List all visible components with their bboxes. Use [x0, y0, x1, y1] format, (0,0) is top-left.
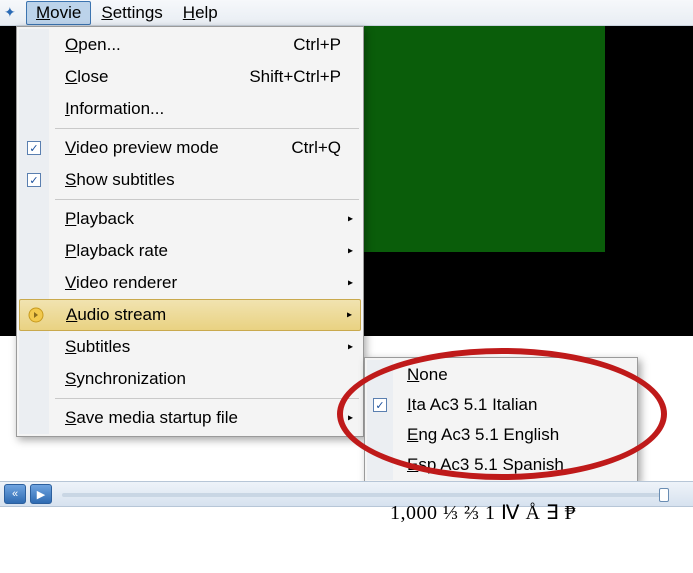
playback-bar: « ▶ [0, 481, 693, 507]
audio-icon [28, 307, 44, 323]
check-icon: ✓ [373, 398, 387, 412]
menu-item-show-subtitles[interactable]: ✓ Show subtitles [19, 164, 361, 196]
menu-item-label: Playback rate [65, 241, 168, 261]
menu-item-synchronization[interactable]: Synchronization [19, 363, 361, 395]
submenu-arrow-icon: ▸ [348, 413, 353, 424]
menu-item-label: Ita Ac3 5.1 Italian [407, 395, 537, 415]
menu-separator [55, 199, 359, 200]
menu-item-label: Subtitles [65, 337, 130, 357]
menu-item-label: Audio stream [66, 305, 166, 325]
menu-item-video-renderer[interactable]: Video renderer ▸ [19, 267, 361, 299]
menu-item-label: Synchronization [65, 369, 186, 389]
seek-track[interactable] [62, 493, 663, 497]
menubar-item-help[interactable]: Help [173, 1, 228, 25]
submenu-items-container: None ✓ Ita Ac3 5.1 Italian Eng Ac3 5.1 Engl… [367, 360, 635, 480]
menu-items-container: Open... Ctrl+P Close Shift+Ctrl+P Informatio… [19, 29, 361, 434]
menubar-item-movie[interactable]: Movie [26, 1, 91, 25]
audio-option-none[interactable]: None [367, 360, 635, 390]
menu-item-information[interactable]: Information... [19, 93, 361, 125]
audio-option-eng-ac3-5-1-english[interactable]: Eng Ac3 5.1 English [367, 420, 635, 450]
menu-item-label: Video preview mode [65, 138, 219, 158]
submenu-arrow-icon: ▸ [347, 310, 352, 321]
menu-item-close[interactable]: Close Shift+Ctrl+P [19, 61, 361, 93]
app-window: ✦ MovieSettingsHelp Open... Ctrl+P Close Sh… [0, 0, 693, 573]
menu-item-accel: Shift+Ctrl+P [249, 67, 341, 87]
sample-text: 1,000 ⅓ ⅔ 1 Ⅳ Å ∃ ₱ [390, 500, 576, 525]
menu-item-label: None [407, 365, 448, 385]
app-icon: ✦ [4, 4, 22, 22]
menu-item-open[interactable]: Open... Ctrl+P [19, 29, 361, 61]
menu-item-playback[interactable]: Playback ▸ [19, 203, 361, 235]
submenu-arrow-icon: ▸ [348, 214, 353, 225]
menu-item-accel: Ctrl+P [293, 35, 341, 55]
menu-item-label: Open... [65, 35, 121, 55]
menu-item-label: Video renderer [65, 273, 177, 293]
menu-item-subtitles[interactable]: Subtitles ▸ [19, 331, 361, 363]
menu-item-accel: Ctrl+Q [291, 138, 341, 158]
menu-item-label: Save media startup file [65, 408, 238, 428]
seek-handle[interactable] [659, 488, 669, 502]
audio-stream-submenu: None ✓ Ita Ac3 5.1 Italian Eng Ac3 5.1 Engl… [364, 357, 638, 483]
submenu-arrow-icon: ▸ [348, 278, 353, 289]
menu-separator [55, 398, 359, 399]
menubar: ✦ MovieSettingsHelp [0, 0, 693, 26]
menu-item-label: Show subtitles [65, 170, 175, 190]
menubar-items: MovieSettingsHelp [26, 1, 228, 25]
menubar-item-settings[interactable]: Settings [91, 1, 172, 25]
submenu-arrow-icon: ▸ [348, 246, 353, 257]
audio-option-ita-ac3-5-1-italian[interactable]: ✓ Ita Ac3 5.1 Italian [367, 390, 635, 420]
prev-button[interactable]: « [4, 484, 26, 504]
menu-item-playback-rate[interactable]: Playback rate ▸ [19, 235, 361, 267]
menu-item-video-preview-mode[interactable]: ✓ Video preview mode Ctrl+Q [19, 132, 361, 164]
menu-item-label: Close [65, 67, 108, 87]
play-button[interactable]: ▶ [30, 484, 52, 504]
menu-separator [55, 128, 359, 129]
menu-item-save-media-startup-file[interactable]: Save media startup file ▸ [19, 402, 361, 434]
menu-item-label: Eng Ac3 5.1 English [407, 425, 559, 445]
menu-item-label: Esp Ac3 5.1 Spanish [407, 455, 564, 475]
check-icon: ✓ [27, 141, 41, 155]
check-icon: ✓ [27, 173, 41, 187]
audio-option-esp-ac3-5-1-spanish[interactable]: Esp Ac3 5.1 Spanish [367, 450, 635, 480]
menu-item-label: Playback [65, 209, 134, 229]
movie-menu: Open... Ctrl+P Close Shift+Ctrl+P Informatio… [16, 26, 364, 437]
video-preview [355, 26, 605, 252]
submenu-arrow-icon: ▸ [348, 342, 353, 353]
menu-item-label: Information... [65, 99, 164, 119]
menu-item-audio-stream[interactable]: Audio stream ▸ [19, 299, 361, 331]
